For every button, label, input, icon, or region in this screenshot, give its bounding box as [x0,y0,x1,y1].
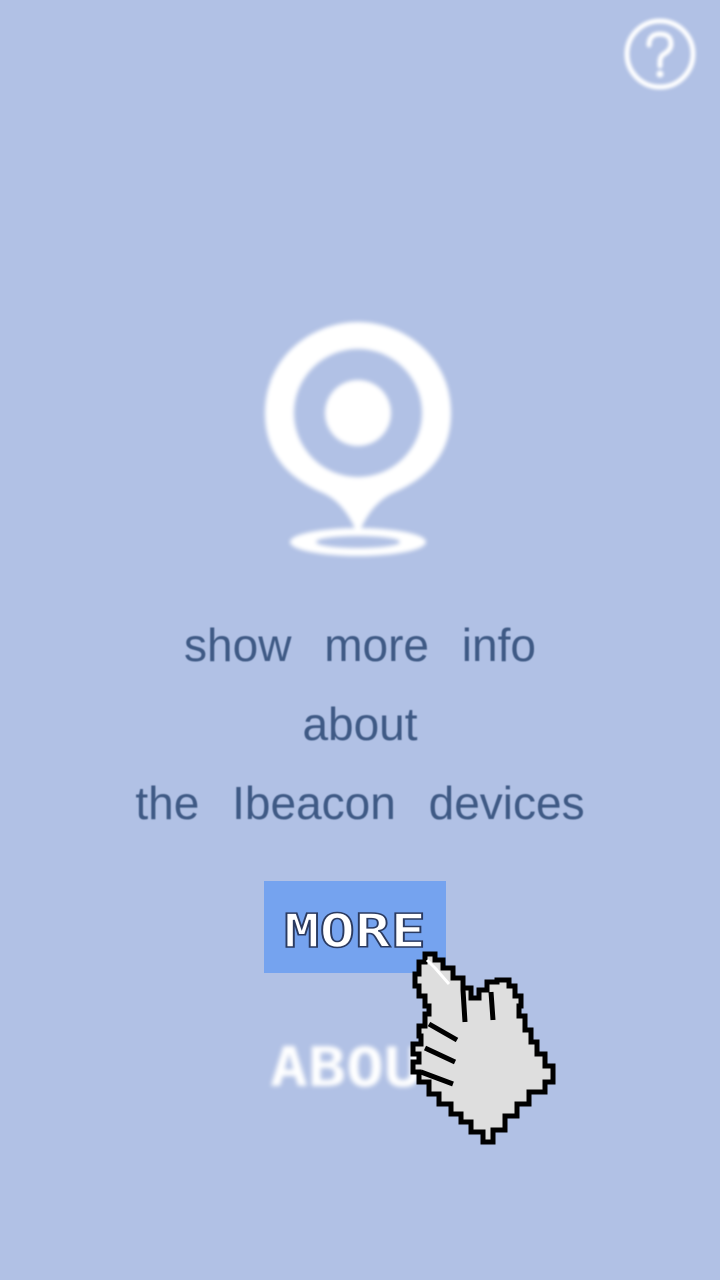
message-line-2: about [302,698,418,750]
info-message: show more info about the Ibeacon devices [0,606,720,843]
message-line-3: the Ibeacon devices [135,777,585,829]
question-circle-icon [624,18,696,90]
hand-pointer-icon [405,950,560,1150]
location-pin-icon [258,318,458,564]
message-line-1: show more info [184,619,536,671]
help-button[interactable] [622,16,698,92]
